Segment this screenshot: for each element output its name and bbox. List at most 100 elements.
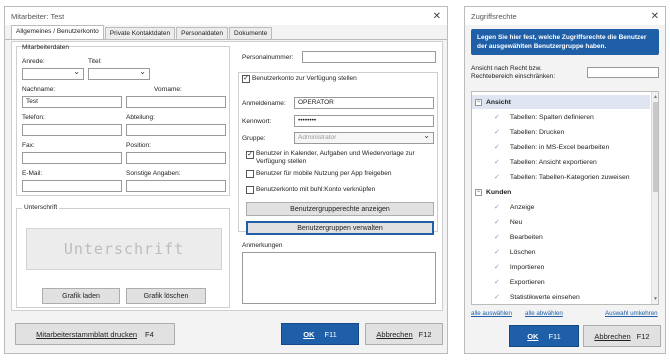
check-icon[interactable]: ✓: [494, 293, 500, 301]
tree-item[interactable]: ✓ Statistikwerte einsehen: [472, 290, 650, 304]
rights-tree: − Ansicht ✓ Tabellen: Spalten definieren ✓ Ta…: [471, 91, 659, 305]
tab-dokumente[interactable]: Dokumente: [229, 27, 273, 39]
tab-private-kontaktdaten[interactable]: Private Kontaktdaten: [104, 27, 176, 39]
tree-item-label: Bearbeiten: [509, 233, 543, 241]
invert-selection-link[interactable]: Auswahl umkehren: [605, 310, 658, 317]
close-icon[interactable]: ✕: [433, 11, 441, 22]
scroll-up-icon[interactable]: ▲: [653, 94, 658, 100]
tab-personaldaten[interactable]: Personaldaten: [176, 27, 229, 39]
rights-ok-key: F11: [548, 331, 561, 341]
rights-ok-button[interactable]: OK F11: [509, 325, 579, 347]
check-icon[interactable]: ✓: [494, 203, 500, 211]
anmerkungen-label: Anmerkungen: [242, 242, 283, 249]
tree-item-label: Tabellen: Tabellen-Kategorien zuweisen: [509, 173, 630, 181]
check-icon[interactable]: ✓: [494, 143, 500, 151]
ok-button[interactable]: OK F11: [281, 323, 359, 345]
tree-item[interactable]: ✓ Tabellen: Spalten definieren: [472, 110, 650, 124]
tree-item-label: Neu: [509, 218, 523, 226]
tree-item[interactable]: ✓ Exportieren: [472, 275, 650, 289]
email-field[interactable]: [22, 180, 122, 192]
filter-input[interactable]: [587, 67, 659, 78]
tree-item[interactable]: ✓ Tabellen: Ansicht exportieren: [472, 155, 650, 169]
sonstige-field[interactable]: [126, 180, 226, 192]
kalender-checkbox[interactable]: ✓: [246, 151, 254, 159]
tree-item[interactable]: ✓ Neu: [472, 215, 650, 229]
nachname-field[interactable]: Test: [22, 96, 122, 108]
personalnummer-field[interactable]: [302, 51, 436, 63]
ok-label: OK: [303, 329, 315, 339]
tab-allgemeines[interactable]: Allgemeines / Benutzerkonto: [11, 25, 104, 39]
personalnummer-label: Personalnummer:: [242, 54, 294, 61]
sonstige-label: Sonstige Angaben:: [126, 170, 181, 177]
load-graphic-button[interactable]: Grafik laden: [42, 288, 120, 304]
rights-cancel-button[interactable]: Abbrechen F12: [583, 325, 661, 347]
mobile-checkbox[interactable]: [246, 170, 254, 178]
scroll-down-icon[interactable]: ▼: [653, 296, 658, 302]
collapse-icon[interactable]: −: [475, 188, 482, 196]
load-graphic-label: Grafik laden: [62, 292, 100, 300]
tree-item-label: Exportieren: [509, 278, 545, 286]
check-icon[interactable]: ✓: [494, 233, 500, 241]
delete-graphic-label: Grafik löschen: [143, 292, 189, 300]
vorname-field[interactable]: [126, 96, 226, 108]
check-icon[interactable]: ✓: [494, 278, 500, 286]
tree-scrollbar[interactable]: ▲ ▼: [651, 92, 658, 304]
tree-item-label: Tabellen: in MS-Excel bearbeiten: [509, 143, 610, 151]
telefon-label: Telefon:: [22, 114, 45, 121]
tree-item[interactable]: ✓ Tabellen: Tabellen-Kategorien zuweisen: [472, 170, 650, 184]
scroll-thumb[interactable]: [653, 102, 658, 192]
manage-groups-button[interactable]: Benutzergruppen verwalten: [246, 221, 434, 235]
tree-item[interactable]: ✓ Löschen: [472, 245, 650, 259]
abteilung-field[interactable]: [126, 124, 226, 136]
gruppe-select[interactable]: Administrator: [294, 132, 434, 144]
tree-item[interactable]: ✓ Importieren: [472, 260, 650, 274]
select-all-link[interactable]: alle auswählen: [471, 310, 512, 317]
cancel-button[interactable]: Abbrechen F12: [365, 323, 443, 345]
tree-item-label: Tabellen: Ansicht exportieren: [509, 158, 597, 166]
employee-dialog-title: Mitarbeiter: Test: [11, 11, 65, 21]
anrede-select[interactable]: [22, 68, 84, 80]
kennwort-label: Kennwort:: [242, 118, 272, 125]
delete-graphic-button[interactable]: Grafik löschen: [126, 288, 206, 304]
check-icon[interactable]: ✓: [494, 158, 500, 166]
check-icon[interactable]: ✓: [494, 263, 500, 271]
access-rights-title: Zugriffsrechte: [471, 11, 517, 21]
anmeldename-field[interactable]: OPERATOR: [294, 97, 434, 109]
tree-item-label: Statistikwerte einsehen: [509, 293, 580, 301]
position-field[interactable]: [126, 152, 226, 164]
close-icon[interactable]: ✕: [651, 11, 659, 22]
collapse-icon[interactable]: −: [475, 98, 482, 106]
tree-item[interactable]: ✓ Bearbeiten: [472, 230, 650, 244]
anmeldename-label: Anmeldename:: [242, 100, 286, 107]
check-icon[interactable]: ✓: [494, 113, 500, 121]
tab-panel: Mitarbeiterdaten Anrede: Titel: Nachname…: [11, 41, 443, 311]
deselect-all-link[interactable]: alle abwählen: [525, 310, 563, 317]
buhl-checkbox[interactable]: [246, 186, 254, 194]
nachname-label: Nachname:: [22, 86, 56, 93]
check-icon[interactable]: ✓: [494, 218, 500, 226]
tree-item[interactable]: ✓ Tabellen: Drucken: [472, 125, 650, 139]
ok-key: F11: [324, 329, 337, 339]
check-icon[interactable]: ✓: [494, 173, 500, 181]
titel-select[interactable]: [88, 68, 150, 80]
check-icon[interactable]: ✓: [494, 128, 500, 136]
tree-item[interactable]: ✓ Anzeige: [472, 200, 650, 214]
anrede-label: Anrede:: [22, 58, 45, 65]
tree-item-label: Tabellen: Drucken: [509, 128, 565, 136]
anmerkungen-textarea[interactable]: [242, 252, 436, 304]
cancel-key: F12: [418, 329, 432, 339]
kennwort-field[interactable]: ••••••••: [294, 115, 434, 127]
tree-item[interactable]: ✓ Tabellen: in MS-Excel bearbeiten: [472, 140, 650, 154]
telefon-field[interactable]: [22, 124, 122, 136]
employee-data-legend: Mitarbeiterdaten: [22, 44, 69, 51]
fax-field[interactable]: [22, 152, 122, 164]
manage-groups-label: Benutzergruppen verwalten: [297, 224, 383, 232]
show-group-rights-button[interactable]: Benutzergrupperechte anzeigen: [246, 202, 434, 216]
mobile-label: Benutzer für mobile Nutzung per App frei…: [256, 170, 392, 177]
check-icon[interactable]: ✓: [494, 248, 500, 256]
benutzerkonto-checkbox[interactable]: ✓: [242, 75, 250, 83]
print-sheet-button[interactable]: Mitarbeiterstammblatt drucken F4: [15, 323, 175, 345]
tree-group[interactable]: − Ansicht: [472, 95, 650, 109]
tree-group[interactable]: − Kunden: [472, 185, 650, 199]
print-sheet-key: F4: [145, 329, 154, 339]
